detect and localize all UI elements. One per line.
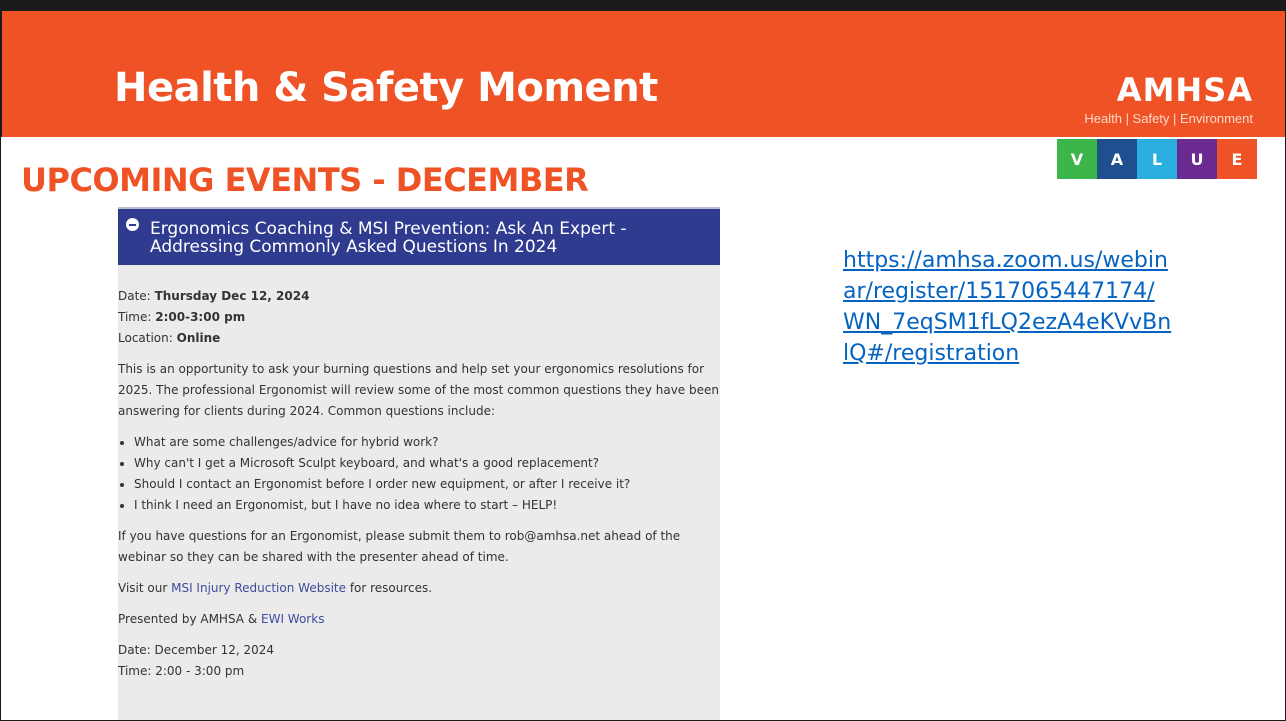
visit-prefix: Visit our bbox=[118, 581, 172, 595]
question-list: What are some challenges/advice for hybr… bbox=[118, 432, 720, 516]
event-panel: Ergonomics Coaching & MSI Prevention: As… bbox=[118, 207, 720, 720]
date-line: Date: December 12, 2024 bbox=[118, 643, 275, 657]
submit-note: If you have questions for an Ergonomist,… bbox=[118, 529, 681, 564]
value-letter-a: A bbox=[1097, 139, 1137, 179]
event-time: Time: 2:00-3:00 pm bbox=[118, 307, 720, 328]
list-item: What are some challenges/advice for hybr… bbox=[134, 432, 720, 453]
value-letter-l: L bbox=[1137, 139, 1177, 179]
time-value: 2:00-3:00 pm bbox=[155, 310, 246, 324]
event-panel-header[interactable]: Ergonomics Coaching & MSI Prevention: As… bbox=[118, 207, 720, 265]
time-line: Time: 2:00 - 3:00 pm bbox=[118, 664, 245, 678]
slide-header: Health & Safety Moment AMHSA Health | Sa… bbox=[1, 1, 1285, 137]
time-label: Time: bbox=[118, 310, 152, 324]
value-letter-u: U bbox=[1177, 139, 1217, 179]
visit-suffix: for resources. bbox=[346, 581, 433, 595]
location-value: Online bbox=[176, 331, 221, 345]
msi-website-link[interactable]: MSI Injury Reduction Website bbox=[171, 581, 346, 595]
event-date: Date: Thursday Dec 12, 2024 bbox=[118, 286, 720, 307]
event-description: This is an opportunity to ask your burni… bbox=[118, 362, 719, 418]
value-letter-v: V bbox=[1057, 139, 1097, 179]
section-heading: UPCOMING EVENTS - DECEMBER bbox=[21, 161, 589, 199]
list-item: Why can't I get a Microsoft Sculpt keybo… bbox=[134, 453, 720, 474]
collapse-icon[interactable] bbox=[126, 218, 139, 231]
registration-link[interactable]: https://amhsa.zoom.us/webinar/register/1… bbox=[843, 245, 1173, 369]
amhsa-logo: AMHSA bbox=[1116, 71, 1253, 109]
slide-title: Health & Safety Moment bbox=[114, 65, 658, 111]
event-location: Location: Online bbox=[118, 328, 720, 349]
list-item: Should I contact an Ergonomist before I … bbox=[134, 474, 720, 495]
event-title: Ergonomics Coaching & MSI Prevention: As… bbox=[150, 219, 627, 257]
slide: Health & Safety Moment AMHSA Health | Sa… bbox=[0, 0, 1286, 721]
event-body: Date: Thursday Dec 12, 2024 Time: 2:00-3… bbox=[118, 265, 720, 682]
presented-prefix: Presented by AMHSA & bbox=[118, 612, 261, 626]
event-meta: Date: Thursday Dec 12, 2024 Time: 2:00-3… bbox=[118, 286, 720, 349]
presented-line: Presented by AMHSA & EWI Works bbox=[118, 609, 720, 630]
value-bar: V A L U E bbox=[1057, 139, 1257, 179]
value-letter-e: E bbox=[1217, 139, 1257, 179]
date-label: Date: bbox=[118, 289, 151, 303]
location-label: Location: bbox=[118, 331, 173, 345]
list-item: I think I need an Ergonomist, but I have… bbox=[134, 495, 720, 516]
visit-line: Visit our MSI Injury Reduction Website f… bbox=[118, 578, 720, 599]
logo-tagline: Health | Safety | Environment bbox=[1084, 111, 1253, 126]
ewi-works-link[interactable]: EWI Works bbox=[261, 612, 324, 626]
date-value: Thursday Dec 12, 2024 bbox=[154, 289, 310, 303]
